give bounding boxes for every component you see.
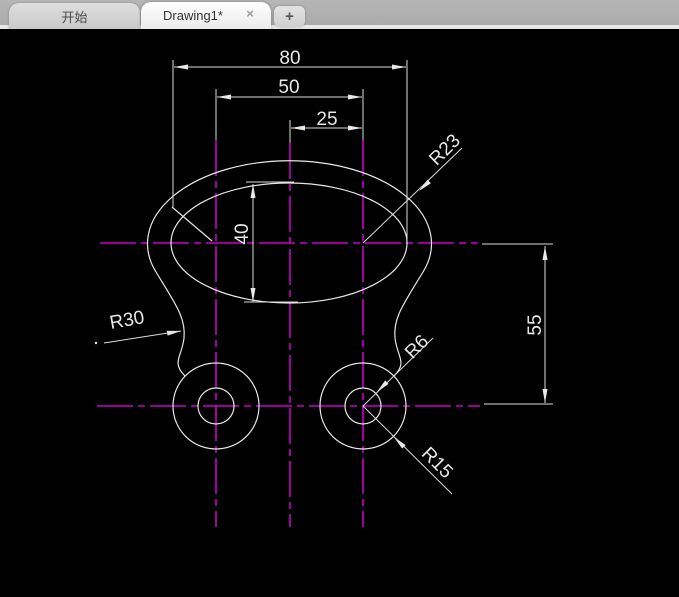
left-side-fillet[interactable] xyxy=(155,271,186,377)
tab-start[interactable]: 开始 xyxy=(9,3,140,29)
dimension-40[interactable]: 40 xyxy=(232,184,256,302)
dimension-80[interactable]: 80 xyxy=(174,48,406,70)
r30-label[interactable]: R30 xyxy=(108,307,146,334)
dimension-55[interactable]: 55 xyxy=(525,246,548,403)
dim-50-label[interactable]: 50 xyxy=(278,77,299,98)
tab-drawing1-label: Drawing1* xyxy=(163,8,223,23)
dim-80-label[interactable]: 80 xyxy=(279,48,300,69)
r6-label[interactable]: R6 xyxy=(401,331,433,363)
dim-40-label[interactable]: 40 xyxy=(232,223,253,244)
dim-25-label[interactable]: 25 xyxy=(316,109,337,130)
dimension-25[interactable]: 25 xyxy=(291,109,362,131)
centerlines[interactable] xyxy=(97,140,480,527)
close-icon[interactable]: × xyxy=(243,7,257,21)
new-tab-button[interactable]: + xyxy=(274,6,305,27)
drawing-tab-bar: 开始 Drawing1* × + xyxy=(0,0,679,29)
tab-start-label: 开始 xyxy=(61,9,88,25)
cad-application-window: 开始 Drawing1* × + 80 50 25 40 55 R23 R30 … xyxy=(0,0,679,597)
radius-r6[interactable]: R6 xyxy=(362,331,434,407)
dimension-50[interactable]: 50 xyxy=(217,77,362,100)
drawing-viewport[interactable]: 80 50 25 40 55 R23 R30 R6 R15 xyxy=(0,29,679,597)
plus-icon: + xyxy=(285,8,294,25)
drawing-canvas[interactable]: 80 50 25 40 55 R23 R30 R6 R15 xyxy=(0,29,679,597)
stray-point xyxy=(94,341,98,345)
radius-r15[interactable]: R15 xyxy=(362,405,457,495)
radius-r23[interactable]: R23 xyxy=(362,130,465,244)
r15-label[interactable]: R15 xyxy=(417,443,456,482)
radius-r30[interactable]: R30 xyxy=(103,307,182,344)
tab-drawing1[interactable]: Drawing1* × xyxy=(141,2,271,29)
r23-label[interactable]: R23 xyxy=(425,130,464,169)
dim-55-label[interactable]: 55 xyxy=(525,314,546,335)
construction-line[interactable] xyxy=(171,206,213,242)
